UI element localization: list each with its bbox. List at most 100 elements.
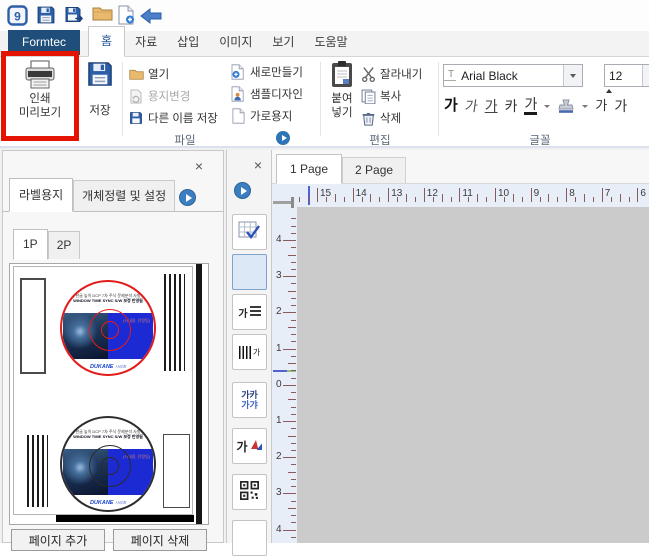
font-name-combo[interactable]: T Arial Black	[443, 64, 583, 87]
ruler-tick	[283, 493, 296, 494]
delete-button[interactable]: 삭제	[360, 109, 422, 127]
cut-label: 잘라내기	[380, 66, 422, 82]
toolbar-close-button[interactable]: ×	[254, 158, 262, 172]
cd-label-selected[interactable]: 한글 높이 DCP 7차 주식 문제분석 사항 WINDOW TIME SYNC…	[60, 280, 156, 376]
save-as-small-button[interactable]: 다른 이름 저장	[128, 109, 218, 127]
add-page-button[interactable]: 페이지 추가	[11, 529, 105, 551]
group-divider	[122, 62, 123, 136]
save-icon[interactable]	[36, 5, 58, 27]
ruler-tick	[291, 334, 296, 335]
panel-tab-1[interactable]: 개체정렬 및 설정	[73, 180, 175, 211]
underline-button[interactable]: 가	[485, 95, 498, 117]
ruler-number: 3	[276, 270, 282, 281]
ruler-tick	[575, 197, 576, 202]
excel-data-button[interactable]	[232, 254, 267, 290]
ruler-tick	[283, 276, 296, 277]
print-preview-button[interactable]: 인쇄 미리보기	[8, 60, 72, 120]
new-document-icon[interactable]	[118, 5, 140, 27]
strikethrough-button[interactable]: 카	[505, 95, 518, 117]
ruler-tick	[288, 327, 296, 328]
ruler-tick	[291, 414, 296, 415]
text-paragraph-button[interactable]: 가	[232, 294, 267, 330]
tab-보기[interactable]: 보기	[262, 28, 304, 56]
save-button[interactable]: 저장	[82, 60, 118, 118]
toolbar-expand-button[interactable]	[234, 182, 251, 199]
new-doc-icon	[230, 64, 246, 80]
left-panel-close-button[interactable]: ×	[195, 159, 203, 173]
delete-page-button[interactable]: 페이지 삭제	[113, 529, 207, 551]
font-size-combo[interactable]: 12	[604, 64, 649, 87]
label-sheet-preview[interactable]: 한글 높이 DCP 7차 주식 문제분석 사항 WINDOW TIME SYNC…	[9, 263, 209, 525]
save-label: 저장	[89, 104, 110, 118]
cd-hole-inner	[101, 321, 119, 339]
bold-button[interactable]: 가	[444, 95, 458, 117]
panel-expand-button[interactable]	[179, 189, 196, 206]
ruler-tick	[288, 436, 296, 437]
preview-page-tab-2P[interactable]: 2P	[48, 231, 81, 259]
ruler-number: 3	[276, 487, 282, 498]
spine-label-rect[interactable]	[163, 434, 190, 508]
ruler-tick	[433, 197, 434, 202]
cd-title-line2: WINDOW TIME SYNC S/W 보정 반영됨	[62, 298, 154, 303]
paste-label-2: 넣기	[331, 106, 352, 120]
font-size-dropdown[interactable]	[642, 65, 649, 86]
canvas-page-tab-1[interactable]: 1 Page	[276, 154, 342, 184]
landscape-doc-button[interactable]: 가로용지	[230, 107, 303, 125]
ruler-tick	[291, 428, 296, 429]
font-effect-button[interactable]: 가	[232, 428, 267, 464]
italic-button[interactable]: 가	[463, 95, 479, 117]
shrink-font-button[interactable]: 가	[614, 95, 627, 117]
preview-page-tab-1P[interactable]: 1P	[13, 229, 48, 260]
wordart-button[interactable]: 가카가갸	[232, 382, 267, 418]
save-as-icon[interactable]	[64, 5, 86, 27]
tab-삽입[interactable]: 삽입	[167, 28, 209, 56]
new-doc-button[interactable]: 새로만들기	[230, 63, 303, 81]
formtec-logo-icon[interactable]: 9	[7, 5, 29, 27]
ruler-number: 6	[640, 188, 646, 199]
canvas-page-tab-2[interactable]: 2 Page	[342, 157, 406, 183]
copy-button[interactable]: 복사	[360, 87, 422, 105]
preview-scrollbar[interactable]	[196, 264, 202, 524]
tab-홈[interactable]: 홈	[88, 26, 125, 57]
grow-font-button[interactable]: 가	[595, 95, 607, 117]
ruler-tick	[291, 233, 296, 234]
ruler-tick	[353, 188, 354, 202]
ruler-tick	[495, 188, 496, 202]
sample-design-button[interactable]: 샘플디자인	[230, 85, 303, 103]
ruler-tick	[370, 194, 371, 202]
open-folder-icon[interactable]	[92, 5, 114, 27]
cd-label-unselected[interactable]: 한글 높이 DCP 7차 주식 문제분석 사항 WINDOW TIME SYNC…	[60, 416, 156, 512]
qrcode-button[interactable]	[232, 474, 267, 510]
barcode-button[interactable]: 가	[232, 334, 267, 370]
font-color-button[interactable]: 가	[524, 97, 537, 115]
ruler-tick	[291, 341, 296, 342]
table-check-button[interactable]	[232, 214, 267, 250]
ruler-tick	[283, 457, 296, 458]
highlight-stamp-icon[interactable]	[557, 98, 575, 114]
font-size-value: 12	[605, 69, 642, 83]
font-name-dropdown[interactable]	[563, 65, 582, 86]
paste-button[interactable]: 붙여 넣기	[325, 60, 359, 120]
file-group-expand-button[interactable]	[276, 131, 290, 145]
spine-label-lines[interactable]	[27, 435, 48, 507]
panel-tab-0[interactable]: 라벨용지	[9, 178, 73, 212]
print-preview-label-2: 미리보기	[19, 106, 61, 120]
ruler-tick	[557, 197, 558, 202]
spine-label-lines[interactable]	[164, 274, 185, 371]
cut-button[interactable]: 잘라내기	[360, 65, 422, 83]
ruler-tick	[291, 464, 296, 465]
open-folder-button[interactable]: 열기	[128, 65, 218, 83]
ruler-tick	[379, 197, 380, 202]
highlight-dropdown[interactable]	[582, 105, 588, 108]
ruler-number: 7	[605, 188, 611, 199]
ruler-tick	[540, 197, 541, 202]
tab-자료[interactable]: 자료	[125, 28, 167, 56]
font-color-dropdown[interactable]	[544, 105, 550, 108]
tab-formtec[interactable]: Formtec	[8, 30, 80, 55]
spine-label-rect[interactable]	[20, 278, 46, 374]
more-tool-button[interactable]	[232, 520, 267, 556]
tab-도움말[interactable]: 도움말	[304, 28, 357, 56]
tab-이미지[interactable]: 이미지	[209, 28, 262, 56]
ruler-tick	[291, 305, 296, 306]
design-canvas[interactable]	[297, 207, 649, 543]
